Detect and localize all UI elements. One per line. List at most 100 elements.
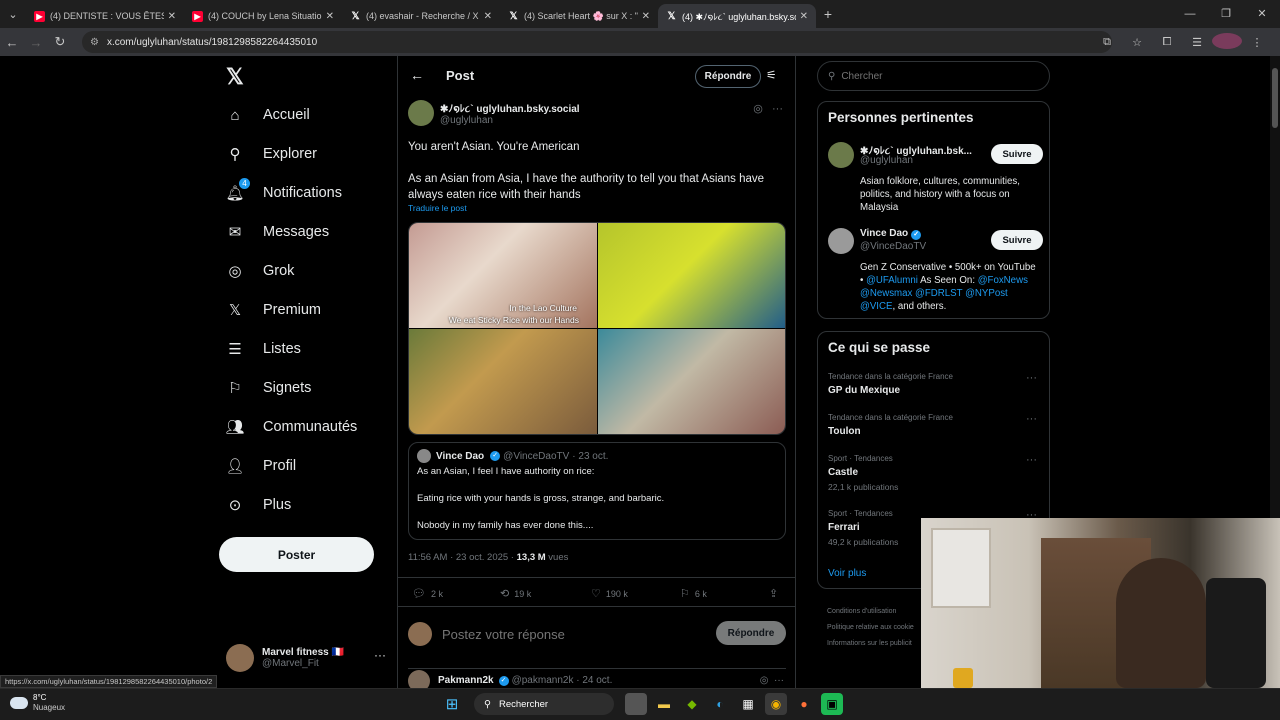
follow-button[interactable]: Suivre xyxy=(991,230,1043,250)
reply-action[interactable]: 💬︎ 2 k xyxy=(412,587,443,600)
browser-tab[interactable]: 𝕏 (4) Scarlet Heart 🌸 sur X : "No ✕ xyxy=(500,4,658,28)
reply-submit-button[interactable]: Répondre xyxy=(716,621,786,645)
repost-action[interactable]: ⟲ 19 k xyxy=(500,587,531,600)
nav-item-profile[interactable]: 👤︎ Profil xyxy=(224,449,296,483)
url-field[interactable]: ⚙ x.com/uglyluhan/status/198129858226443… xyxy=(82,31,1112,53)
forward-icon[interactable]: → xyxy=(24,35,48,50)
more-icon[interactable]: ··· xyxy=(772,103,783,115)
post-timestamp[interactable]: 11:56 AM · 23 oct. 2025 · xyxy=(408,552,517,563)
post-author[interactable]: ✱ﾉ໑ﾚ૮` uglyluhan.bsky.social @uglyluhan xyxy=(408,100,580,126)
browser-tab[interactable]: 𝕏 (4) evashair - Recherche / X ✕ xyxy=(342,4,500,28)
nav-item-premium[interactable]: 𝕏 Premium xyxy=(224,293,321,327)
translate-link[interactable]: Traduire le post xyxy=(408,203,467,213)
taskbar-search[interactable]: ⚲ Rechercher xyxy=(474,693,614,715)
edge-icon[interactable]: ◐ xyxy=(709,693,731,715)
search-box[interactable]: ⚲ xyxy=(817,61,1050,91)
person-card[interactable]: Vince Dao ✓ @VinceDaoTV Suivre Gen Z Cons… xyxy=(828,228,1043,314)
more-icon[interactable]: ··· xyxy=(374,648,386,662)
account-switcher[interactable]: Marvel fitness 🇫🇷 @Marvel_Fit ··· xyxy=(226,642,396,674)
avatar[interactable] xyxy=(828,228,854,254)
post-image[interactable] xyxy=(598,329,785,434)
bookmark-star-icon[interactable]: ☆ xyxy=(1122,36,1152,49)
site-info-icon[interactable]: ⚙ xyxy=(90,37,99,48)
browser-tab[interactable]: ▶ (4) DENTISTE : VOUS ÊTES SALE ✕ xyxy=(26,4,184,28)
install-icon[interactable]: ⧉ xyxy=(1092,36,1122,49)
weather-widget[interactable]: 8°C Nuageux xyxy=(10,693,65,713)
back-icon[interactable]: ← xyxy=(0,35,24,50)
compose-post-button[interactable]: Poster xyxy=(219,537,374,572)
close-window-icon[interactable]: ✕ xyxy=(1244,0,1280,28)
extensions-icon[interactable]: ⧠ xyxy=(1152,36,1182,49)
quoted-post[interactable]: Vince Dao ✓ @VinceDaoTV · 23 oct. As an … xyxy=(408,442,786,540)
person-handle[interactable]: @VinceDaoTV xyxy=(860,241,926,252)
person-name[interactable]: Vince Dao xyxy=(860,228,908,239)
reply-header-button[interactable]: Répondre xyxy=(695,65,761,88)
see-more-link[interactable]: Voir plus xyxy=(828,568,866,579)
panel-title: Personnes pertinentes xyxy=(828,110,974,125)
person-handle[interactable]: @uglyluhan xyxy=(860,155,913,166)
firefox-icon[interactable]: ● xyxy=(793,693,815,715)
reply-input[interactable] xyxy=(442,626,692,642)
app-icon[interactable]: ▣ xyxy=(821,693,843,715)
search-input[interactable] xyxy=(841,70,1022,82)
mention-link[interactable]: @UFAlumni xyxy=(866,275,918,286)
sliders-icon[interactable]: ⚟ xyxy=(766,68,777,82)
nvidia-icon[interactable]: ◆ xyxy=(681,693,703,715)
task-view-icon[interactable] xyxy=(625,693,647,715)
x-logo-icon[interactable]: 𝕏 xyxy=(226,64,244,90)
nav-item-communities[interactable]: 👥︎ Communautés xyxy=(224,410,357,444)
post-image[interactable]: In the Lao Culture We eat Sticky Rice wi… xyxy=(409,223,597,328)
close-icon[interactable]: ✕ xyxy=(168,11,176,22)
windows-start-icon[interactable]: ⊞ xyxy=(441,693,463,715)
minimize-icon[interactable]: — xyxy=(1172,0,1208,28)
toolbar-icons: ⧉ ☆ ⧠ ☰ ⋮ xyxy=(1092,28,1272,56)
nav-item-notifications[interactable]: 🔔︎ 4 Notifications xyxy=(224,176,342,210)
profile-avatar[interactable] xyxy=(1212,32,1242,52)
follow-button[interactable]: Suivre xyxy=(991,144,1043,164)
trend-item[interactable]: Tendance dans la catégorie France Toulon… xyxy=(828,413,1043,437)
menu-icon[interactable]: ⋮ xyxy=(1242,36,1272,49)
trend-item[interactable]: Tendance dans la catégorie France GP du … xyxy=(828,372,1043,396)
back-arrow-icon[interactable]: ← xyxy=(410,67,424,83)
more-icon[interactable]: ··· xyxy=(1026,413,1037,425)
nav-item-explore[interactable]: ⚲ Explorer xyxy=(224,137,318,171)
like-action[interactable]: ♡ 190 k xyxy=(591,587,628,600)
nav-item-bookmarks[interactable]: ⚐ Signets xyxy=(224,371,311,405)
more-icon[interactable]: ◎ ··· xyxy=(760,675,784,686)
maximize-icon[interactable]: ❐ xyxy=(1208,0,1244,28)
person-card[interactable]: ✱ﾉ໑ﾚ૮` uglyluhan.bsk... @uglyluhan Suivr… xyxy=(828,142,1043,222)
close-icon[interactable]: ✕ xyxy=(484,11,492,22)
avatar[interactable] xyxy=(408,100,434,126)
grok-icon[interactable]: ◎ xyxy=(753,103,763,115)
post-image[interactable] xyxy=(409,329,597,434)
browser-tab-active[interactable]: 𝕏 (4) ✱ﾉ໑ﾚ૮` uglyluhan.bsky.soc ✕ xyxy=(658,4,816,28)
reload-icon[interactable]: ↻ xyxy=(48,34,72,50)
more-icon[interactable]: ··· xyxy=(1026,372,1037,384)
new-tab-icon[interactable]: + xyxy=(816,6,840,22)
close-icon[interactable]: ✕ xyxy=(800,11,808,22)
nav-item-more[interactable]: ⊙ Plus xyxy=(224,488,292,522)
bookmark-icon: ⚐ xyxy=(680,588,690,600)
post-image[interactable] xyxy=(598,223,785,328)
close-icon[interactable]: ✕ xyxy=(642,11,650,22)
avatar[interactable] xyxy=(828,142,854,168)
browser-tab[interactable]: ▶ (4) COUCH by Lena Situations ✕ xyxy=(184,4,342,28)
reading-list-icon[interactable]: ☰ xyxy=(1182,36,1212,49)
bookmark-action[interactable]: ⚐ 6 k xyxy=(680,587,707,600)
more-icon[interactable]: ··· xyxy=(1026,454,1037,466)
share-action[interactable]: ⇪ xyxy=(769,587,783,600)
author-handle[interactable]: @uglyluhan xyxy=(440,115,580,126)
nav-item-lists[interactable]: ☰ Listes xyxy=(224,332,301,366)
reply-post[interactable]: Pakmann2k ✓ @pakmann2k · 24 oct. ◎ ··· xyxy=(408,668,786,692)
author-name[interactable]: ✱ﾉ໑ﾚ૮` uglyluhan.bsky.social xyxy=(440,100,580,115)
nav-item-messages[interactable]: ✉ Messages xyxy=(224,215,329,249)
trend-item[interactable]: Sport · Tendances Castle 22,1 k publicat… xyxy=(828,454,1043,492)
nav-item-home[interactable]: ⌂ Accueil xyxy=(224,98,309,132)
nav-item-grok[interactable]: ◎ Grok xyxy=(224,254,294,288)
store-icon[interactable]: ▦ xyxy=(737,693,759,715)
person-name-row[interactable]: Vince Dao ✓ xyxy=(860,228,980,240)
file-explorer-icon[interactable]: ▬ xyxy=(653,693,675,715)
close-icon[interactable]: ✕ xyxy=(326,11,334,22)
chrome-icon[interactable]: ◉ xyxy=(765,693,787,715)
tab-search-icon[interactable]: ⌄ xyxy=(0,0,26,28)
